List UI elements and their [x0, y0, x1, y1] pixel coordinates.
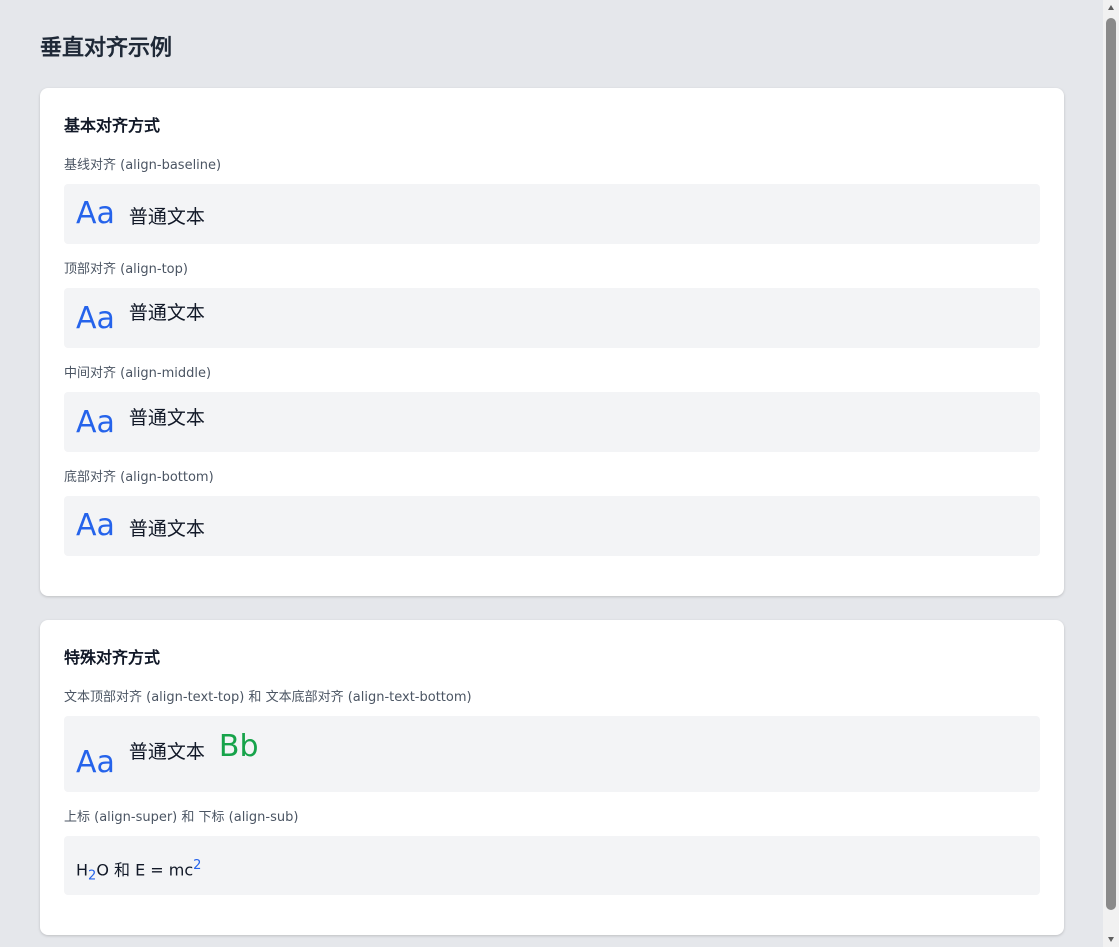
special-card-title: 特殊对齐方式	[64, 648, 161, 667]
baseline-label: 基线对齐 (align-baseline)	[64, 158, 222, 173]
super-sub-demo: H2O 和 E = mc2	[64, 836, 1040, 895]
top-sample-big: Aa	[76, 301, 115, 336]
scrollbar-thumb[interactable]	[1106, 18, 1116, 910]
special-alignment-card: 特殊对齐方式 文本顶部对齐 (align-text-top) 和 文本底部对齐 …	[40, 620, 1064, 935]
baseline-sample-big: Aa	[76, 196, 115, 231]
baseline-sample-text: 普通文本	[128, 206, 205, 228]
bottom-demo: Aa 普通文本	[64, 496, 1040, 556]
middle-sample-big: Aa	[76, 405, 115, 440]
basic-alignment-card: 基本对齐方式 基线对齐 (align-baseline) Aa 普通文本 顶部对…	[40, 88, 1064, 596]
text-align-sample-green: Bb	[218, 729, 259, 764]
scroll-up-icon[interactable]	[1107, 4, 1115, 12]
superscript: 2	[193, 858, 202, 873]
page-title: 垂直对齐示例	[40, 36, 173, 61]
bottom-sample-text: 普通文本	[128, 518, 205, 540]
middle-demo: Aa 普通文本	[64, 392, 1040, 452]
super-sub-label: 上标 (align-super) 和 下标 (align-sub)	[64, 810, 299, 825]
scroll-down-icon[interactable]	[1107, 935, 1115, 943]
top-sample-text: 普通文本	[128, 302, 205, 324]
text-align-demo: Aa 普通文本 Bb	[64, 716, 1040, 792]
baseline-demo: Aa 普通文本	[64, 184, 1040, 244]
text-align-sample-text: 普通文本	[128, 741, 205, 763]
middle-label: 中间对齐 (align-middle)	[64, 366, 212, 381]
top-demo: Aa 普通文本	[64, 288, 1040, 348]
text-align-sample-big: Aa	[76, 745, 115, 780]
bottom-label: 底部对齐 (align-bottom)	[64, 470, 214, 485]
basic-card-title: 基本对齐方式	[64, 116, 161, 135]
viewport: 垂直对齐示例 基本对齐方式 基线对齐 (align-baseline) Aa 普…	[0, 0, 1119, 947]
middle-sample-text: 普通文本	[128, 407, 205, 429]
bottom-sample-big: Aa	[76, 508, 115, 543]
text-align-label: 文本顶部对齐 (align-text-top) 和 文本底部对齐 (align-…	[64, 690, 472, 705]
formula-text: H2O 和 E = mc2	[76, 858, 202, 884]
vertical-scrollbar[interactable]	[1103, 0, 1119, 947]
top-label: 顶部对齐 (align-top)	[64, 262, 188, 277]
